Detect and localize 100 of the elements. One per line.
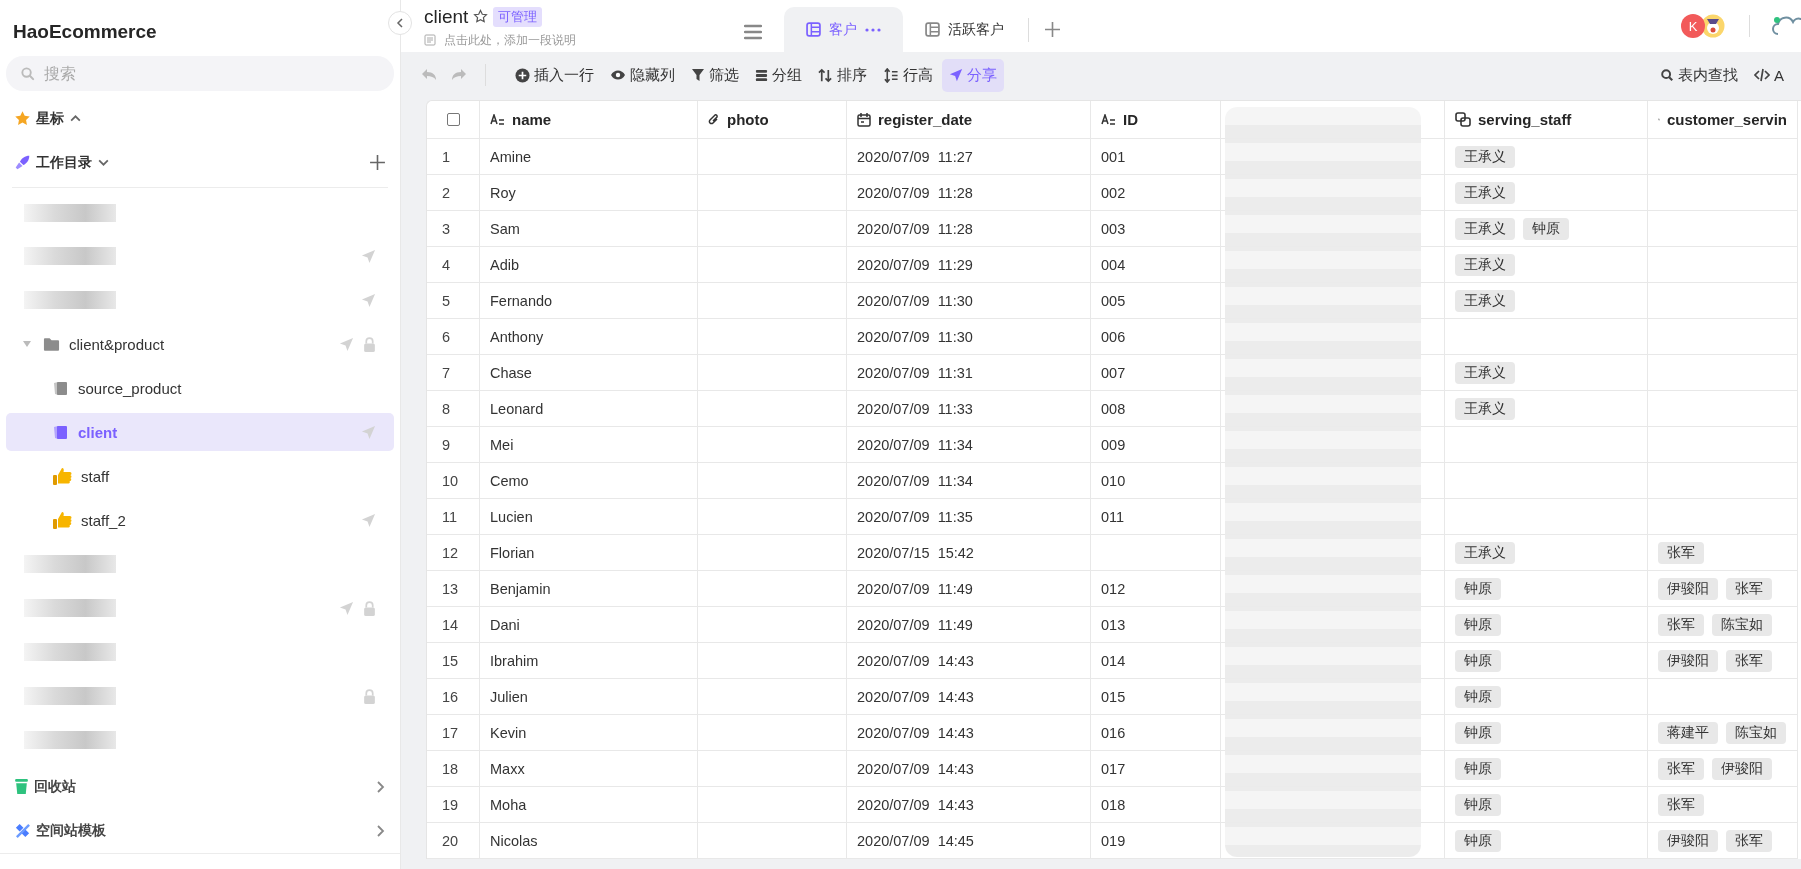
table-cell: 2020/07/09 11:28	[857, 184, 973, 201]
row-number: 7	[442, 364, 451, 381]
row-number: 4	[442, 256, 451, 273]
column-header[interactable]: serving_staff	[1478, 111, 1572, 128]
sheet-icon	[52, 379, 69, 397]
eye-icon	[610, 69, 626, 81]
table-cell: 018	[1101, 796, 1126, 813]
sidebar-link[interactable]: 回收站	[34, 777, 76, 796]
row-number: 9	[442, 436, 451, 453]
table-cell: 007	[1101, 364, 1126, 381]
menu-icon[interactable]	[744, 24, 762, 40]
send-icon[interactable]	[361, 512, 376, 528]
column-header[interactable]: ID	[1123, 111, 1138, 128]
star-outline-icon[interactable]	[473, 9, 489, 24]
column-header[interactable]: register_date	[878, 111, 973, 128]
sidebar-item[interactable]: staff_2	[6, 501, 394, 540]
code-icon	[1754, 68, 1770, 82]
sort-icon	[818, 67, 833, 83]
select-all-checkbox[interactable]	[446, 113, 460, 126]
rocket-icon	[14, 154, 31, 172]
row-number: 10	[442, 472, 459, 489]
section-title: 星标	[36, 109, 64, 128]
toolbar-button[interactable]: 分组	[748, 58, 809, 92]
person-tag: 钟原	[1523, 217, 1569, 240]
row-number: 8	[442, 400, 451, 417]
cloud-icon[interactable]	[1772, 15, 1801, 37]
person-tag: 王承义	[1455, 397, 1515, 420]
table-cell: 2020/07/09 11:28	[857, 220, 973, 237]
table-cell: 015	[1101, 688, 1126, 705]
table-cell: 2020/07/09 14:45	[857, 832, 974, 849]
table-cell: 017	[1101, 760, 1126, 777]
person-tag: 钟原	[1455, 577, 1501, 600]
view-tab[interactable]: 活跃客户	[903, 7, 1026, 52]
row-number: 19	[442, 796, 459, 813]
toolbar-button[interactable]: 筛选	[684, 58, 746, 92]
table-cell: Ibrahim	[490, 652, 539, 669]
add-view-icon[interactable]	[1045, 22, 1060, 37]
plus-icon[interactable]	[369, 154, 386, 172]
table-cell: 002	[1101, 184, 1126, 201]
grid-view-icon	[925, 22, 940, 37]
person-tag: 伊骏阳	[1712, 757, 1772, 780]
sidebar-link[interactable]: 空间站模板	[36, 821, 106, 840]
toolbar-button[interactable]: 行高	[876, 58, 940, 92]
table-cell: 005	[1101, 292, 1126, 309]
column-header[interactable]: customer_servin	[1666, 111, 1787, 128]
table-cell: 2020/07/15 15:42	[857, 544, 974, 561]
view-tab[interactable]: 客户	[784, 7, 903, 52]
sidebar-item[interactable]: client&product	[6, 325, 394, 364]
table-cell: Nicolas	[490, 832, 538, 849]
toolbar-button[interactable]: 表内查找	[1653, 58, 1745, 92]
toolbar-button[interactable]: 插入一行	[508, 58, 601, 92]
table-cell: Kevin	[490, 724, 527, 741]
person-tag: 王承义	[1455, 181, 1515, 204]
lock-icon	[363, 336, 376, 352]
chevron-right-icon[interactable]	[374, 823, 386, 838]
thumbs-up-icon	[52, 466, 72, 486]
sidebar-item[interactable]: source_product	[6, 369, 394, 408]
person-tag: 张军	[1658, 541, 1704, 564]
send-icon[interactable]	[361, 249, 376, 264]
table-cell: 001	[1101, 148, 1126, 165]
toolbar-button[interactable]: A	[1747, 58, 1791, 92]
table-cell: 2020/07/09 14:43	[857, 652, 974, 669]
table-cell: 2020/07/09 11:35	[857, 508, 973, 525]
table-cell: 2020/07/09 11:34	[857, 436, 973, 453]
table-cell: 2020/07/09 11:30	[857, 292, 973, 309]
table-cell: 2020/07/09 14:43	[857, 796, 974, 813]
row-number: 2	[442, 184, 451, 201]
undo-icon[interactable]	[421, 68, 437, 82]
table-cell: Adib	[490, 256, 520, 273]
send-icon[interactable]	[361, 424, 376, 440]
person-tag: 陈宝如	[1712, 613, 1772, 636]
text-field-icon	[1101, 113, 1116, 126]
table-cell: 006	[1101, 328, 1126, 345]
thumbs-up-icon	[52, 510, 72, 530]
column-header[interactable]: name	[512, 111, 552, 128]
collapse-sidebar-button[interactable]	[388, 11, 412, 35]
send-icon[interactable]	[361, 292, 376, 308]
row-number: 14	[442, 616, 459, 633]
person-tag: 张军	[1726, 649, 1772, 672]
plus-circle-icon	[515, 67, 530, 83]
redo-icon[interactable]	[451, 68, 467, 82]
search-field[interactable]: 搜索	[6, 56, 394, 91]
more-icon[interactable]	[865, 27, 881, 32]
table-cell: 2020/07/09 11:31	[857, 364, 973, 381]
toolbar-button[interactable]: 隐藏列	[603, 58, 682, 92]
column-header[interactable]: photo	[727, 111, 769, 128]
table-cell: 019	[1101, 832, 1126, 849]
table-cell: Lucien	[490, 508, 533, 525]
person-tag: 钟原	[1455, 829, 1501, 852]
table-cell: Sam	[490, 220, 520, 237]
table-cell: Dani	[490, 616, 520, 633]
toolbar-button[interactable]: 排序	[811, 58, 874, 92]
send-icon[interactable]	[339, 336, 354, 352]
table-cell: 2020/07/09 11:49	[857, 616, 973, 633]
table-cell: 012	[1101, 580, 1126, 597]
send-icon[interactable]	[339, 600, 354, 616]
chevron-right-icon[interactable]	[374, 779, 386, 794]
row-number: 3	[442, 220, 451, 237]
sidebar-item[interactable]: staff	[6, 457, 394, 496]
table-cell: 010	[1101, 472, 1126, 489]
